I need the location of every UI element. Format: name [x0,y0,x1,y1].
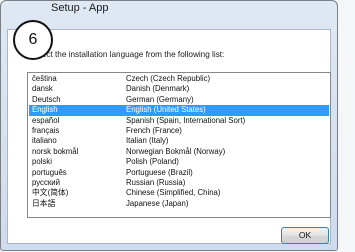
language-native-name: 中文(简体) [32,188,69,198]
language-item[interactable]: dansk Danish (Denmark) [29,84,329,94]
instruction-text: Select the installation language from th… [30,50,225,59]
language-english-name: Portuguese (Brazil) [126,167,193,177]
title-bar[interactable]: Setup - App [1,1,337,25]
language-native-name: dansk [32,84,53,94]
language-native-name: čeština [32,74,57,83]
language-english-name: Russian (Russia) [126,178,186,187]
language-english-name: Italian (Italy) [126,136,169,146]
language-native-name: norsk bokmål [32,146,79,156]
language-english-name: Spanish (Spain, International Sort) [126,115,246,125]
language-item[interactable]: polski Polish (Poland) [29,157,329,167]
language-native-name: español [32,115,60,125]
language-english-name: French (France) [126,126,182,135]
language-item[interactable]: español Spanish (Spain, International So… [29,116,329,126]
language-listbox[interactable]: čeština Czech (Czech Republic) dansk Dan… [27,72,331,218]
language-native-name: polski [32,157,52,167]
language-item[interactable]: italiano Italian (Italy) [29,136,329,146]
language-english-name: Czech (Czech Republic) [126,74,211,83]
language-native-name: português [32,167,67,177]
language-english-name: Japanese (Japan) [126,198,189,208]
language-item[interactable]: čeština Czech (Czech Republic) [29,74,329,84]
window-title: Setup - App [51,2,109,14]
language-english-name: Chinese (Simplified, China) [126,188,221,198]
language-english-name: Danish (Denmark) [126,84,190,94]
language-native-name: Deutsch [32,94,61,104]
language-english-name: English (United States) [126,105,206,115]
language-item[interactable]: français French (France) [29,126,329,136]
language-native-name: 日本語 [32,198,56,208]
language-item-selected[interactable]: English English (United States) [29,105,329,116]
step-number-badge: 6 [13,20,53,60]
language-english-name: German (Germany) [126,94,194,104]
language-native-name: italiano [32,136,57,146]
language-item[interactable]: 中文(简体) Chinese (Simplified, China) [29,188,329,198]
language-native-name: English [32,105,58,115]
language-item[interactable]: norsk bokmål Norwegian Bokmål (Norway) [29,147,329,157]
language-item[interactable]: Deutsch German (Germany) [29,95,329,105]
language-english-name: Polish (Poland) [126,157,179,167]
language-native-name: русский [32,178,60,187]
language-item[interactable]: русский Russian (Russia) [29,178,329,188]
language-item[interactable]: 日本語 Japanese (Japan) [29,199,329,209]
ok-button[interactable]: OK [281,227,329,244]
language-native-name: français [32,126,60,135]
language-item[interactable]: português Portuguese (Brazil) [29,168,329,178]
language-english-name: Norwegian Bokmål (Norway) [126,146,226,156]
